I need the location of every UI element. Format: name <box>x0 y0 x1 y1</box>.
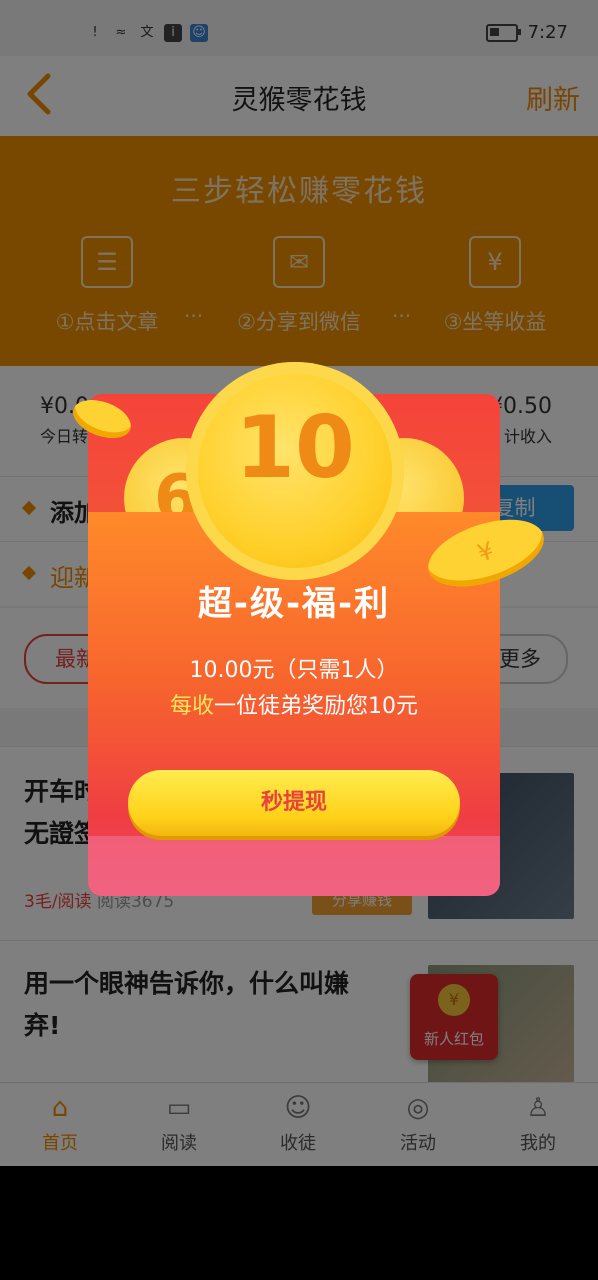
popup-title: 超-级-福-利 <box>197 584 391 624</box>
popup-desc-rest: 一位徒弟奖励您10元 <box>214 694 418 719</box>
withdraw-button[interactable]: 秒提现 <box>128 770 460 836</box>
app-screen: ! ≈ 文 i ☺ 7:27 灵猴零花钱 刷新 三步轻松赚零花钱 ☰ ①点击文章… <box>0 0 598 1166</box>
popup-highlight: 每收 <box>169 694 214 719</box>
big-coin: 10 <box>186 362 404 580</box>
popup-reward-amount: 10.00元（只需1人） <box>189 658 399 683</box>
popup-reward-desc: 每收一位徒弟奖励您10元 <box>88 688 500 720</box>
red-packet-popup: 6 10 ¥ 超-级-福-利 10.00元（只需1人） 每收一位徒弟奖励您10元… <box>67 362 553 896</box>
packet-bottom-fold <box>88 836 500 896</box>
system-bottom-bar <box>0 1166 598 1280</box>
big-coin-value: 10 <box>235 398 355 498</box>
